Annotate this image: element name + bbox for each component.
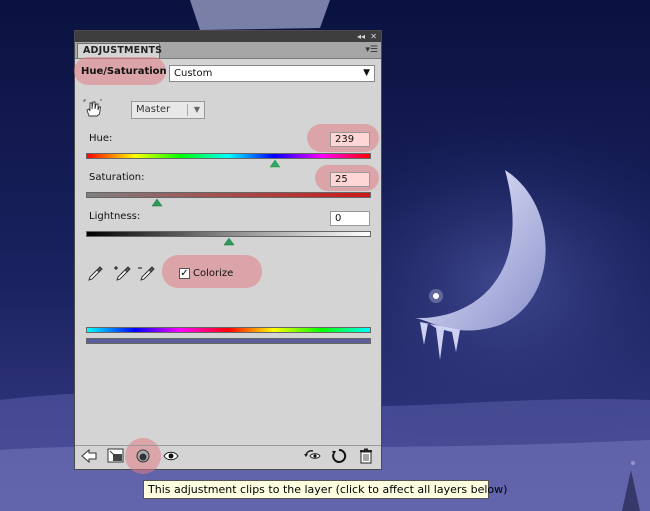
preset-dropdown[interactable]: Custom ▼ — [169, 65, 375, 82]
eyedropper-minus-icon[interactable] — [137, 264, 155, 282]
close-panel-icon[interactable]: ✕ — [370, 31, 377, 42]
saturation-value-field[interactable]: 25 — [330, 172, 370, 187]
tab-adjustments[interactable]: ADJUSTMENTS — [77, 43, 162, 58]
eyedropper-plus-icon[interactable] — [113, 264, 131, 282]
saturation-label: Saturation: — [89, 172, 145, 183]
hue-label: Hue: — [89, 133, 113, 144]
panel-menu-icon[interactable]: ▾☰ — [365, 44, 378, 56]
output-color-range-bar — [86, 338, 371, 344]
view-previous-state-icon[interactable] — [303, 448, 321, 464]
lightness-label: Lightness: — [89, 211, 141, 222]
reset-icon[interactable] — [331, 448, 347, 464]
channel-dropdown[interactable]: Master ▼ — [131, 101, 205, 119]
hue-value-field[interactable]: 239 — [330, 132, 370, 147]
chevron-down-icon: ▼ — [363, 68, 370, 78]
input-color-range-bar — [86, 327, 371, 333]
visibility-eye-icon[interactable] — [163, 450, 179, 462]
back-arrow-icon[interactable] — [81, 449, 97, 463]
expand-view-icon[interactable] — [107, 448, 125, 464]
trash-icon[interactable] — [359, 448, 373, 464]
collapse-panel-icon[interactable]: ◂◂ — [357, 31, 365, 42]
dropdown-separator — [187, 104, 188, 116]
preset-value: Custom — [174, 68, 213, 79]
colorize-label: Colorize — [193, 268, 234, 279]
lightness-value-field[interactable]: 0 — [330, 211, 370, 226]
lightness-slider-track[interactable] — [86, 231, 371, 237]
clip-to-layer-icon[interactable] — [135, 448, 151, 464]
adjustment-name: Hue/Saturation — [81, 66, 167, 77]
colorize-checkbox[interactable]: ✓ — [179, 268, 190, 279]
saturation-slider-track[interactable] — [86, 192, 371, 198]
hue-slider-track[interactable] — [86, 153, 371, 159]
channel-value: Master — [136, 104, 171, 115]
on-image-adjust-hand-icon[interactable] — [83, 99, 103, 119]
footer-divider — [75, 445, 381, 446]
tooltip: This adjustment clips to the layer (clic… — [143, 480, 507, 499]
eyedropper-icon[interactable] — [87, 264, 105, 282]
chevron-down-icon: ▼ — [193, 105, 200, 114]
adjustments-panel: ◂◂ ✕ ADJUSTMENTS ▾☰ Hue/Saturation Custo… — [74, 30, 382, 474]
